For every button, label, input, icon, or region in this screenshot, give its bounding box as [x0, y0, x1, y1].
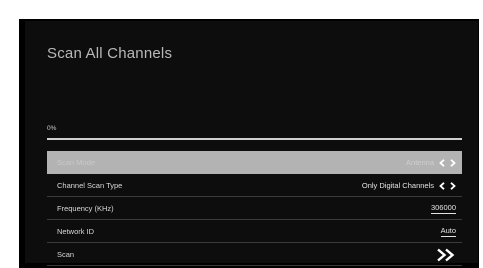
double-chevron-right-icon[interactable]: [436, 248, 456, 262]
menu-item-frequency[interactable]: Frequency (KHz) 306000: [47, 197, 462, 220]
left-right-arrows-icon[interactable]: [439, 158, 456, 167]
tv-screen: Scan All Channels 0% Scan Mode Antenna C…: [25, 21, 478, 266]
menu-item-scan-mode[interactable]: Scan Mode Antenna: [47, 151, 462, 174]
channel-scan-type-label: Channel Scan Type: [57, 181, 123, 190]
channel-scan-type-value: Only Digital Channels: [361, 181, 434, 190]
menu-item-scan[interactable]: Scan: [47, 243, 462, 266]
scan-mode-value: Antenna: [406, 158, 434, 167]
progress-label: 0%: [47, 125, 57, 132]
frequency-label: Frequency (KHz): [57, 204, 114, 213]
network-id-label: Network ID: [57, 227, 95, 236]
page-title: Scan All Channels: [47, 45, 173, 62]
scan-label: Scan: [57, 250, 75, 259]
menu-item-network-id[interactable]: Network ID Auto: [47, 220, 462, 243]
scan-mode-label: Scan Mode: [57, 158, 95, 167]
menu-item-channel-scan-type[interactable]: Channel Scan Type Only Digital Channels: [47, 174, 462, 197]
network-id-field[interactable]: Auto: [440, 226, 456, 237]
scan-settings-menu: Scan Mode Antenna Channel Scan Type Only…: [47, 151, 462, 266]
frequency-field[interactable]: 306000: [430, 203, 456, 214]
left-right-arrows-icon[interactable]: [439, 181, 456, 190]
progress-bar: [47, 138, 462, 140]
